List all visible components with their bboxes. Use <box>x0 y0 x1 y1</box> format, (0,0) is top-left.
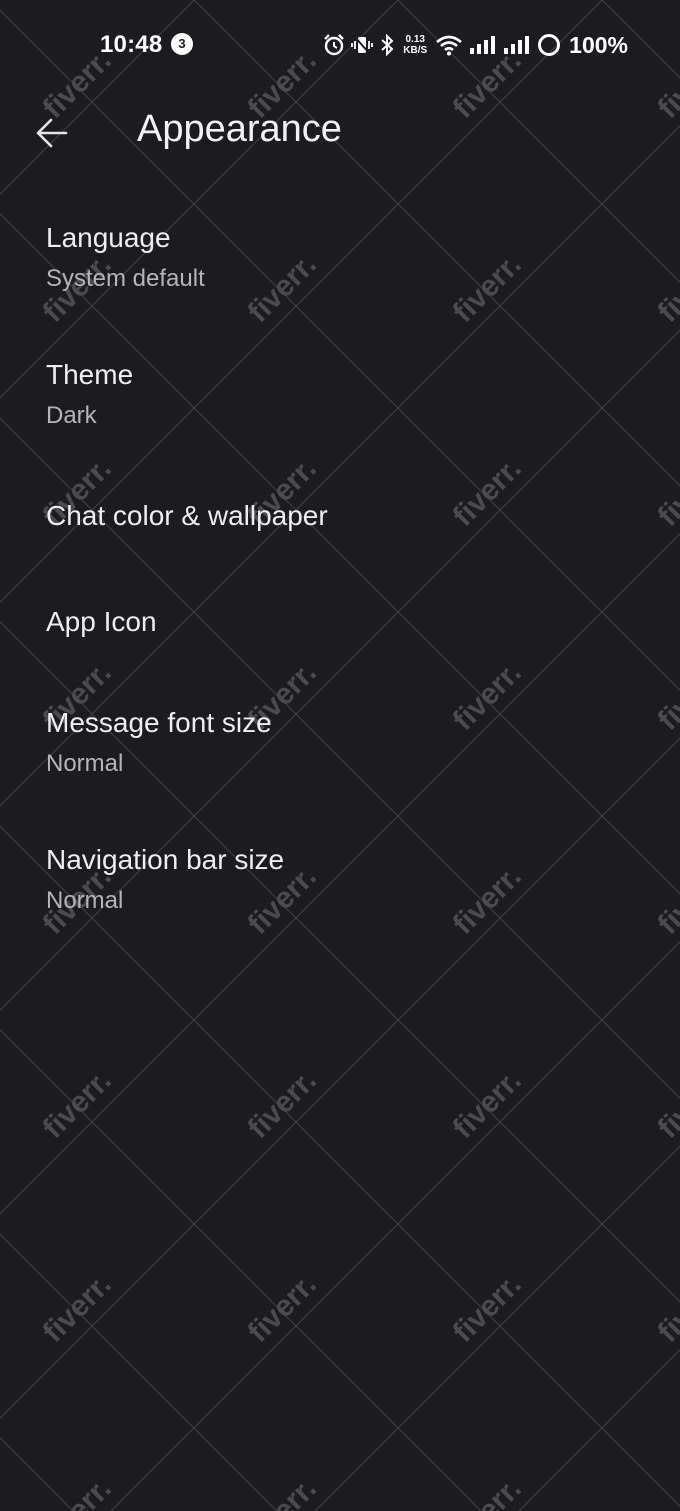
bluetooth-icon <box>381 34 394 56</box>
setting-subtitle: Normal <box>46 887 124 914</box>
watermark-text: fiverr. <box>652 1064 680 1145</box>
setting-title: Navigation bar size <box>46 844 285 875</box>
watermark-text: fiverr. <box>242 1268 323 1349</box>
setting-title: Chat color & wallpaper <box>46 500 328 531</box>
wifi-icon <box>436 35 463 56</box>
status-icons: 0.13 KB/S 100% <box>323 32 628 58</box>
setting-subtitle: Dark <box>46 402 97 429</box>
setting-title: App Icon <box>46 606 157 637</box>
net-speed-value: 0.13 <box>405 34 425 45</box>
watermark-text: fiverr. <box>37 1064 118 1145</box>
setting-message-font-size[interactable]: Message font size Normal <box>0 693 680 803</box>
watermark-text: fiverr. <box>37 1268 118 1349</box>
arrow-left-icon <box>36 118 68 148</box>
watermark-text: fiverr. <box>652 1268 680 1349</box>
vibrate-icon <box>351 35 374 55</box>
setting-navigation-bar-size[interactable]: Navigation bar size Normal <box>0 830 680 940</box>
watermark-text: fiverr. <box>652 1472 680 1511</box>
battery-percentage: 100% <box>569 31 628 58</box>
setting-language[interactable]: Language System default <box>0 208 680 318</box>
setting-title: Language <box>46 222 171 253</box>
setting-theme[interactable]: Theme Dark <box>0 345 680 455</box>
watermark-text: fiverr. <box>242 1064 323 1145</box>
watermark-text: fiverr. <box>37 1472 118 1511</box>
setting-app-icon[interactable]: App Icon <box>0 584 680 674</box>
app-bar: Appearance <box>0 95 680 165</box>
alarm-icon <box>324 34 345 56</box>
net-speed-unit: KB/S <box>403 45 428 56</box>
status-time: 10:48 <box>100 31 163 58</box>
network-speed: 0.13 KB/S <box>403 34 427 56</box>
setting-chat-color-wallpaper[interactable]: Chat color & wallpaper <box>0 478 680 568</box>
notification-count-badge: 3 <box>171 33 193 55</box>
back-button[interactable] <box>26 107 78 159</box>
battery-ring-icon <box>538 34 561 56</box>
setting-subtitle: System default <box>46 265 205 292</box>
watermark-text: fiverr. <box>242 1472 323 1511</box>
watermark-text: fiverr. <box>447 1064 528 1145</box>
setting-title: Theme <box>46 359 134 390</box>
setting-title: Message font size <box>46 707 272 738</box>
signal-icon <box>470 36 496 54</box>
watermark-text: fiverr. <box>447 1472 528 1511</box>
setting-subtitle: Normal <box>46 750 124 777</box>
signal-icon <box>504 36 530 54</box>
watermark-text: fiverr. <box>447 1268 528 1349</box>
page-title: Appearance <box>137 108 342 150</box>
status-bar: 10:48 3 0.13 KB/S 100% <box>0 0 680 90</box>
